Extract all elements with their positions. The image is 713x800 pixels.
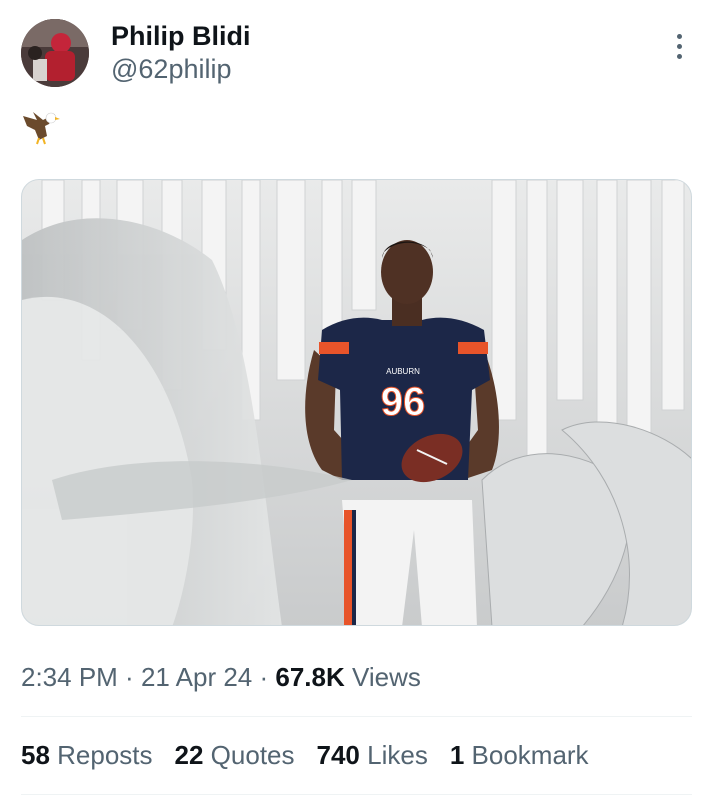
- views-label: Views: [344, 662, 421, 692]
- tweet-header: Philip Blidi @62philip: [21, 19, 251, 87]
- photo-football-player: AUBURN 96: [22, 180, 691, 625]
- reposts-stat[interactable]: 58 Reposts: [21, 740, 153, 771]
- meta-separator: ·: [252, 662, 276, 692]
- jersey-number: 96: [381, 380, 426, 424]
- tweet-text: [21, 106, 61, 146]
- views-count: 67.8K: [275, 662, 345, 692]
- bookmarks-stat[interactable]: 1 Bookmark: [450, 740, 589, 771]
- eagle-emoji-icon: [23, 112, 60, 145]
- tweet-photo[interactable]: AUBURN 96: [21, 179, 692, 626]
- avatar[interactable]: [21, 19, 89, 87]
- tweet-date[interactable]: 21 Apr 24: [141, 662, 252, 692]
- quotes-stat[interactable]: 22 Quotes: [175, 740, 295, 771]
- engagement-stats: 58 Reposts 22 Quotes 740 Likes 1 Bookmar…: [21, 740, 589, 771]
- avatar-image: [21, 19, 89, 87]
- tweet-meta: 2:34 PM · 21 Apr 24 · 67.8K Views: [21, 662, 421, 693]
- handle[interactable]: @62philip: [111, 52, 251, 86]
- display-name[interactable]: Philip Blidi: [111, 20, 251, 52]
- jersey-text: AUBURN: [386, 367, 420, 376]
- meta-separator: ·: [117, 662, 141, 692]
- more-options-icon[interactable]: [675, 34, 683, 59]
- tweet-time[interactable]: 2:34 PM: [21, 662, 118, 692]
- likes-stat[interactable]: 740 Likes: [317, 740, 428, 771]
- divider: [21, 716, 692, 717]
- divider: [21, 794, 692, 795]
